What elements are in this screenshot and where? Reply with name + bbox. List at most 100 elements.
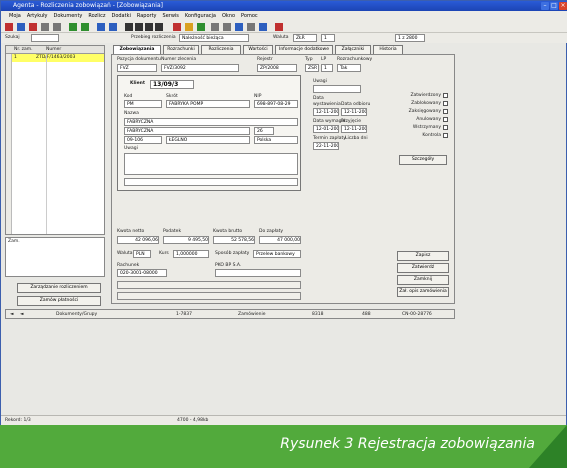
save-button[interactable]: Zapisz bbox=[397, 251, 449, 261]
export-icon[interactable] bbox=[185, 23, 193, 31]
menu-item[interactable]: Okno bbox=[222, 13, 235, 19]
find-icon[interactable] bbox=[53, 23, 61, 31]
nav-prev-icon[interactable]: ◄ bbox=[20, 312, 23, 318]
rate-input[interactable]: 1 bbox=[321, 34, 335, 42]
rejestr-input[interactable]: ZP/2008 bbox=[257, 64, 297, 72]
status-select[interactable]: Należność bieżąca bbox=[179, 34, 249, 42]
posted-checkbox[interactable] bbox=[443, 109, 448, 114]
account-input[interactable]: 020-3001-08000 bbox=[117, 269, 167, 277]
close-icon[interactable]: × bbox=[559, 2, 567, 10]
client-id-input[interactable]: 13/09/3 bbox=[150, 80, 194, 89]
prev-record-icon[interactable] bbox=[135, 23, 143, 31]
menu-item[interactable]: Pomoc bbox=[241, 13, 258, 19]
settings-icon[interactable] bbox=[247, 23, 255, 31]
days-label: Liczba dni bbox=[345, 136, 368, 141]
tab-rozrachunki[interactable]: Rozrachunki bbox=[163, 45, 199, 54]
blocked-checkbox[interactable] bbox=[443, 101, 448, 106]
help-icon[interactable] bbox=[259, 23, 267, 31]
tab-zalaczniki[interactable]: Załączniki bbox=[335, 45, 371, 54]
country-input[interactable]: Polska bbox=[254, 136, 298, 144]
control-label: Kontrola bbox=[422, 133, 441, 138]
nav-first-icon[interactable]: ◄ bbox=[10, 312, 13, 318]
menu-item[interactable]: Serwis bbox=[163, 13, 179, 19]
typ-input[interactable]: ZSR bbox=[305, 64, 319, 72]
menu-item[interactable]: Moja bbox=[9, 13, 21, 19]
control-checkbox[interactable] bbox=[443, 133, 448, 138]
row-selector-column bbox=[6, 54, 12, 234]
payment-method-select[interactable]: Przelew bankowy bbox=[253, 250, 301, 258]
uwagi2-input[interactable] bbox=[313, 85, 361, 93]
toolbar bbox=[1, 21, 567, 33]
city-input[interactable]: ŁEGLNO bbox=[166, 136, 250, 144]
chart-icon[interactable] bbox=[235, 23, 243, 31]
sort-icon[interactable] bbox=[211, 23, 219, 31]
held-checkbox[interactable] bbox=[443, 125, 448, 130]
street-input[interactable]: FABRYCZNA bbox=[124, 127, 250, 135]
order-payments-button[interactable]: Zamów płatności bbox=[17, 296, 101, 306]
first-record-icon[interactable] bbox=[125, 23, 133, 31]
calc-icon[interactable] bbox=[223, 23, 231, 31]
minimize-icon[interactable]: – bbox=[541, 2, 549, 10]
due-date-input[interactable]: 12-01-2004 bbox=[313, 125, 339, 133]
close-button[interactable]: Zamknij bbox=[397, 275, 449, 285]
cancelled-checkbox[interactable] bbox=[443, 117, 448, 122]
save-icon[interactable] bbox=[17, 23, 25, 31]
accept-date-input[interactable]: 12-11-2003 bbox=[341, 125, 367, 133]
currency-select[interactable]: ZŁR bbox=[293, 34, 317, 42]
tab-wartosci[interactable]: Wartości bbox=[243, 45, 273, 54]
next-record-icon[interactable] bbox=[145, 23, 153, 31]
rate2-input[interactable]: 1,000000 bbox=[173, 250, 209, 258]
lp-input[interactable]: 1 bbox=[321, 64, 333, 72]
approve-button[interactable]: Zatwierdź bbox=[397, 263, 449, 273]
maximize-icon[interactable]: □ bbox=[550, 2, 558, 10]
add-icon[interactable] bbox=[69, 23, 77, 31]
extra-input[interactable] bbox=[124, 178, 298, 186]
notes-box[interactable]: Zam. bbox=[5, 237, 105, 277]
name-input[interactable]: FABRYCZNA bbox=[124, 118, 298, 126]
menu-item[interactable]: Artykuły bbox=[27, 13, 48, 19]
tab-rozliczenia[interactable]: Rozliczenia bbox=[201, 45, 241, 54]
manage-settlement-button[interactable]: Zarządzanie rozliczeniem bbox=[17, 283, 101, 293]
code-input[interactable]: PM bbox=[124, 100, 162, 108]
refresh-icon[interactable] bbox=[197, 23, 205, 31]
edit-icon[interactable] bbox=[81, 23, 89, 31]
menu-item[interactable]: Dokumenty bbox=[54, 13, 83, 19]
menu-item[interactable]: Rozlicz bbox=[88, 13, 105, 19]
currency2-input[interactable]: PLN bbox=[133, 250, 151, 258]
last-record-icon[interactable] bbox=[155, 23, 163, 31]
search-bar: Szukaj Przebieg rozliczenia Należność bi… bbox=[1, 33, 567, 43]
exit-icon[interactable] bbox=[275, 23, 283, 31]
postal-code-input[interactable]: 09-106 bbox=[124, 136, 162, 144]
menu-item[interactable]: Raporty bbox=[137, 13, 157, 19]
short-input[interactable]: FABRYKA POMP bbox=[166, 100, 250, 108]
tab-zobowiazania[interactable]: Zobowiązania bbox=[113, 45, 161, 54]
menu-item[interactable]: Dodatki bbox=[111, 13, 130, 19]
col-header[interactable]: Numer bbox=[46, 47, 61, 53]
back-icon[interactable] bbox=[97, 23, 105, 31]
bank-input[interactable] bbox=[215, 269, 301, 277]
search-input[interactable] bbox=[31, 34, 59, 42]
tab-info[interactable]: Informacje dodatkowe bbox=[275, 45, 333, 54]
filter-icon[interactable] bbox=[41, 23, 49, 31]
forward-icon[interactable] bbox=[109, 23, 117, 31]
details-button[interactable]: Szczegóły bbox=[399, 155, 447, 165]
receipt-date-input[interactable]: 12-11-2003 bbox=[341, 108, 367, 116]
payment-term-input[interactable]: 22-11-2003 bbox=[313, 142, 339, 150]
menu-item[interactable]: Konfiguracja bbox=[185, 13, 216, 19]
tax-value: 9 495,50 bbox=[163, 236, 209, 244]
nip-input[interactable]: 698-897-08-29 bbox=[254, 100, 298, 108]
print-icon[interactable] bbox=[173, 23, 181, 31]
delete-icon[interactable] bbox=[29, 23, 37, 31]
remarks-input[interactable] bbox=[124, 153, 298, 175]
rozrach-select[interactable]: Tak bbox=[337, 64, 361, 72]
issue-date-input[interactable]: 12-11-2003 bbox=[313, 108, 339, 116]
tab-historia[interactable]: Historia bbox=[373, 45, 403, 54]
numer-input[interactable]: FVZ/3092 bbox=[161, 64, 239, 72]
table-row[interactable]: 1 ZTD/F/1463/2003 bbox=[6, 54, 104, 62]
house-number-input[interactable]: 26 bbox=[254, 127, 274, 135]
col-header[interactable]: Nr. zam. bbox=[14, 47, 33, 53]
new-icon[interactable] bbox=[5, 23, 13, 31]
order-desc-button[interactable]: Zał. opis zamówienia bbox=[397, 287, 449, 297]
pozycja-input[interactable]: FVZ bbox=[117, 64, 157, 72]
approved-checkbox[interactable] bbox=[443, 93, 448, 98]
